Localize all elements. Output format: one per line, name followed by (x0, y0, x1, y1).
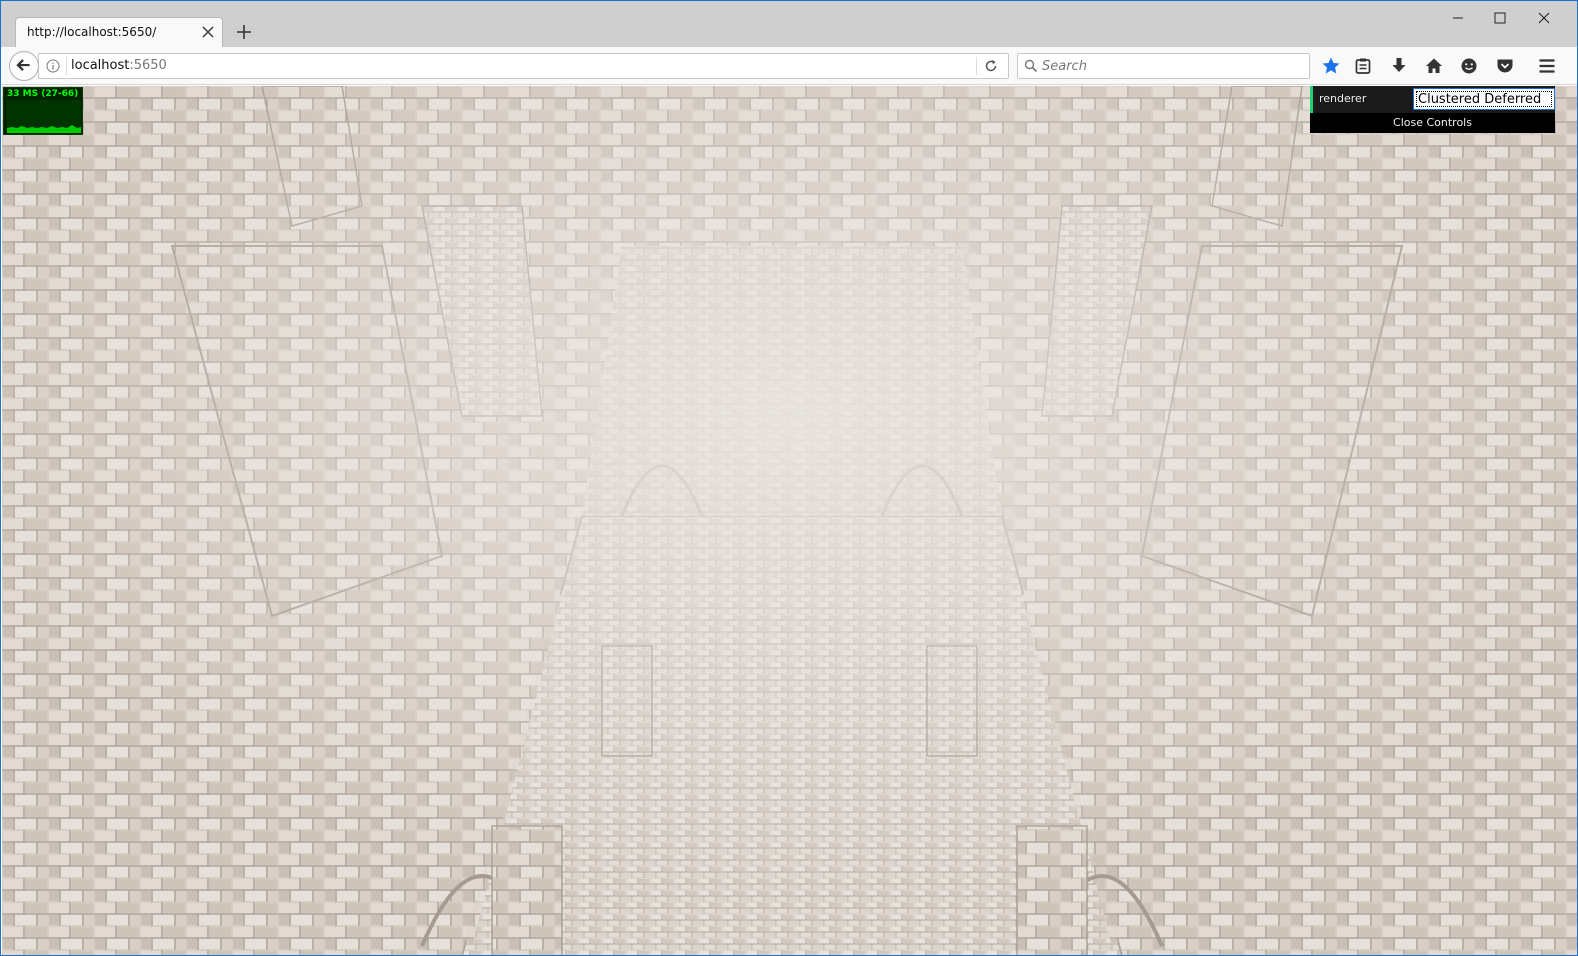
reading-list-icon[interactable] (1353, 56, 1373, 76)
new-tab-icon[interactable] (233, 21, 255, 43)
back-arrow-icon (16, 59, 30, 71)
url-bar[interactable]: localhost:5650 (38, 53, 1009, 79)
renderer-label: renderer (1319, 92, 1367, 105)
title-bar: http://localhost:5650/ (1, 1, 1577, 47)
url-divider (66, 57, 67, 75)
menu-icon[interactable] (1537, 56, 1557, 76)
navigation-bar: localhost:5650 (1, 47, 1577, 85)
minimize-icon[interactable] (1440, 5, 1476, 31)
search-input[interactable] (1042, 57, 1302, 75)
search-bar[interactable] (1017, 53, 1310, 79)
feedback-icon[interactable] (1459, 56, 1479, 76)
controls-panel: renderer Clustered Deferred Close Contro… (1310, 86, 1555, 133)
url-text[interactable]: localhost:5650 (71, 58, 167, 73)
home-icon[interactable] (1424, 56, 1444, 76)
webgl-canvas[interactable] (2, 86, 1578, 956)
browser-window: http://localhost:5650/ localhost:5650 Se… (0, 0, 1578, 956)
search-icon (1024, 59, 1038, 73)
bookmark-star-icon[interactable] (1321, 56, 1341, 76)
back-button[interactable] (9, 51, 39, 81)
tab-title: http://localhost:5650/ (27, 25, 157, 39)
maximize-icon[interactable] (1482, 5, 1518, 31)
url-divider-right (976, 57, 977, 75)
frame-time-readout: 33 MS (27-66) (7, 89, 79, 99)
reload-icon[interactable] (983, 58, 999, 74)
browser-tab[interactable]: http://localhost:5650/ (15, 17, 223, 47)
download-icon[interactable] (1389, 56, 1409, 76)
close-window-icon[interactable] (1526, 5, 1562, 31)
renderer-select[interactable]: Clustered Deferred (1413, 88, 1555, 110)
fps-stats-panel[interactable]: 33 MS (27-66) (3, 87, 83, 135)
url-port: :5650 (129, 58, 167, 73)
close-tab-icon[interactable] (200, 24, 216, 40)
frame-time-graph (7, 100, 81, 133)
page-viewport[interactable]: 33 MS (27-66) renderer Clustered Deferre… (2, 86, 1578, 956)
pocket-icon[interactable] (1495, 56, 1515, 76)
site-info-icon[interactable] (46, 59, 60, 73)
renderer-control: renderer Clustered Deferred (1310, 86, 1555, 113)
url-host: localhost (71, 58, 130, 73)
close-controls-button[interactable]: Close Controls (1310, 113, 1555, 133)
